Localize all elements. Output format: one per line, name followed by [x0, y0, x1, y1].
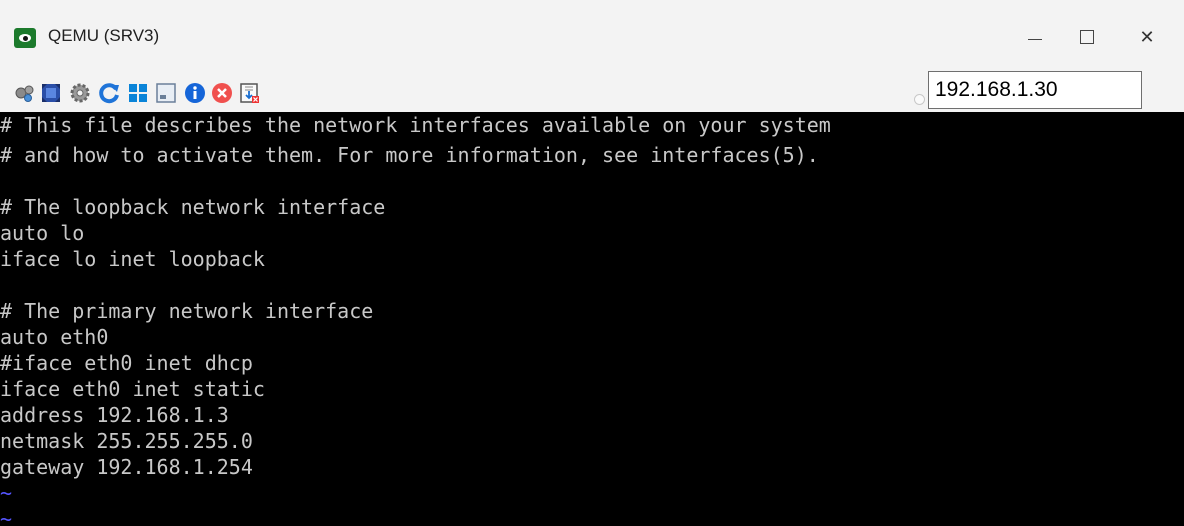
minimize-button[interactable]: [1012, 14, 1058, 60]
console-icon: [156, 83, 176, 103]
ip-address-input[interactable]: [928, 71, 1142, 109]
title-bar[interactable]: QEMU (SRV3) ✕: [0, 0, 1184, 76]
refresh-icon: [99, 83, 119, 104]
qemu-eye-icon: [14, 28, 36, 48]
settings-button[interactable]: [67, 80, 93, 106]
terminal-line: # This file describes the network interf…: [0, 113, 831, 137]
windows-button[interactable]: [125, 80, 151, 106]
info-button[interactable]: [182, 80, 208, 106]
info-icon: [185, 83, 205, 103]
terminal-line: # The primary network interface: [0, 299, 374, 323]
empty-line-tilde: ~: [0, 481, 13, 505]
refresh-button[interactable]: [96, 80, 122, 106]
maximize-button[interactable]: [1064, 14, 1110, 60]
terminal-line: #iface eth0 inet dhcp: [0, 351, 253, 375]
qemu-window: QEMU (SRV3) ✕ 192.168.1.30 # This file d…: [0, 0, 1184, 526]
terminal-line: # and how to activate them. For more inf…: [0, 143, 819, 167]
terminal-line: gateway 192.168.1.254: [0, 455, 253, 479]
console-button[interactable]: [153, 80, 179, 106]
terminal-line: iface lo inet loopback: [0, 247, 265, 271]
ip-radio-button[interactable]: [914, 94, 925, 105]
terminal-line: # The loopback network interface: [0, 195, 386, 219]
eject-button[interactable]: [237, 80, 263, 106]
terminal-line: address 192.168.1.3: [0, 403, 229, 427]
terminal-line: netmask 255.255.255.0: [0, 429, 253, 453]
minimize-icon: [1028, 38, 1042, 40]
window-title: QEMU (SRV3): [48, 26, 160, 45]
windows-icon: [129, 84, 147, 102]
terminal-line: auto eth0: [0, 325, 109, 349]
fullscreen-icon: [42, 84, 60, 102]
empty-line-tilde: ~: [0, 507, 13, 526]
terminal-line: auto lo: [0, 221, 85, 245]
fullscreen-button[interactable]: [38, 80, 64, 106]
stop-icon: [212, 83, 232, 103]
close-icon: ✕: [1139, 26, 1155, 47]
maximize-icon: [1080, 30, 1094, 44]
gear-icon: [70, 83, 90, 103]
stop-button[interactable]: [209, 80, 235, 106]
eject-icon: [240, 83, 259, 103]
terminal-line: iface eth0 inet static: [0, 377, 265, 401]
network-icon: [15, 85, 34, 102]
network-button[interactable]: [12, 80, 38, 106]
terminal-screen[interactable]: # This file describes the network interf…: [0, 112, 1184, 526]
close-button[interactable]: ✕: [1124, 14, 1170, 60]
